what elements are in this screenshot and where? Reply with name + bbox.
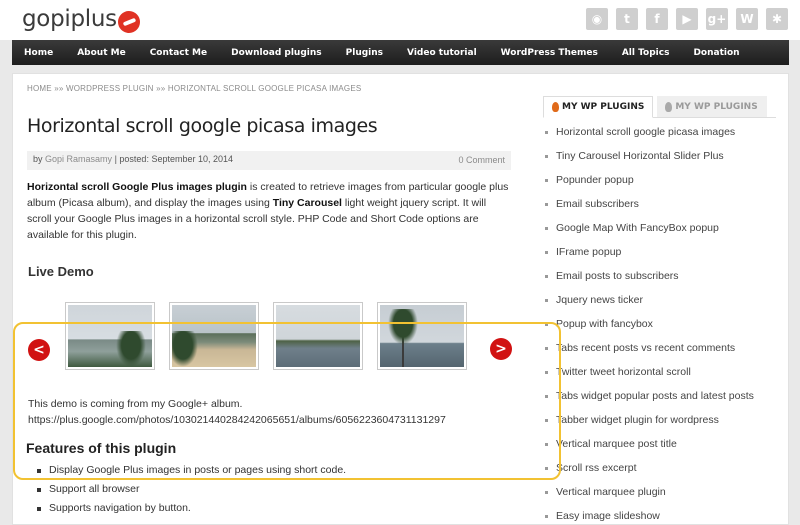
plugin-link[interactable]: IFrame popup	[543, 245, 776, 269]
post-main: Home »» WordPress Plugin »» Horizontal s…	[27, 84, 511, 243]
plugin-link[interactable]: Vertical marquee plugin	[543, 485, 776, 509]
album-url[interactable]: https://plus.google.com/photos/103021440…	[28, 412, 446, 428]
tab-my-wp-plugins-alt[interactable]: MY WP PLUGINS	[657, 96, 768, 117]
plugin-link[interactable]: Easy image slideshow	[543, 509, 776, 525]
content-area: Home »» WordPress Plugin »» Horizontal s…	[12, 73, 789, 525]
photo-image	[380, 305, 464, 367]
carousel-image[interactable]	[169, 302, 259, 370]
logo-swirl-icon[interactable]	[118, 11, 140, 33]
flame-icon	[665, 101, 673, 112]
breadcrumb-current: Horizontal scroll google picasa images	[167, 84, 362, 93]
sidebar-tabs: MY WP PLUGINS MY WP PLUGINS	[543, 96, 776, 118]
breadcrumb: Home »» WordPress Plugin »» Horizontal s…	[27, 84, 511, 93]
site-logo[interactable]: gopiplus	[22, 6, 117, 32]
plugin-link[interactable]: Jquery news ticker	[543, 293, 776, 317]
carousel-next-button[interactable]: >	[490, 338, 512, 360]
live-demo-title: Live Demo	[28, 264, 94, 279]
carousel-image[interactable]	[377, 302, 467, 370]
plugin-link[interactable]: Tabs recent posts vs recent comments	[543, 341, 776, 365]
post-meta: by Gopi Ramasamy | posted: September 10,…	[27, 151, 511, 170]
photo-image	[172, 305, 256, 367]
palm-tree-icon	[388, 309, 418, 345]
facebook-icon[interactable]: f	[646, 8, 668, 30]
palm-tree-icon	[116, 331, 146, 367]
twitter-icon[interactable]: t	[616, 8, 638, 30]
plugin-link[interactable]: Popup with fancybox	[543, 317, 776, 341]
carousel-prev-button[interactable]: <	[28, 339, 50, 361]
breadcrumb-section[interactable]: WordPress Plugin	[66, 84, 154, 93]
intro-bold-plugin-name: Horizontal scroll Google Plus images plu…	[27, 181, 247, 193]
nav-plugins[interactable]: Plugins	[334, 48, 395, 58]
main-nav: Home About Me Contact Me Download plugin…	[12, 40, 789, 65]
feature-item: Supports navigation by button.	[33, 502, 346, 514]
carousel-image[interactable]	[273, 302, 363, 370]
tab-label: MY WP PLUGINS	[675, 101, 758, 112]
demo-source: This demo is coming from my Google+ albu…	[28, 396, 446, 428]
breadcrumb-separator: »»	[156, 84, 166, 93]
breadcrumb-home[interactable]: Home	[27, 84, 52, 93]
post-intro: Horizontal scroll Google Plus images plu…	[27, 179, 511, 243]
features-title: Features of this plugin	[26, 440, 177, 456]
nav-video-tutorial[interactable]: Video tutorial	[395, 48, 489, 58]
site-header: gopiplus ◉ t f ▶ g+ W ✱	[0, 0, 800, 40]
feature-item: Display Google Plus images in posts or p…	[33, 464, 346, 476]
plugin-link[interactable]: Vertical marquee post title	[543, 437, 776, 461]
plugin-link[interactable]: Twitter tweet horizontal scroll	[543, 365, 776, 389]
social-links: ◉ t f ▶ g+ W ✱	[586, 8, 788, 30]
plugin-link[interactable]: Email posts to subscribers	[543, 269, 776, 293]
nav-about-me[interactable]: About Me	[65, 48, 138, 58]
youtube-icon[interactable]: ▶	[676, 8, 698, 30]
plugin-link[interactable]: Scroll rss excerpt	[543, 461, 776, 485]
plugin-link[interactable]: Tiny Carousel Horizontal Slider Plus	[543, 149, 776, 173]
breadcrumb-separator: »»	[54, 84, 64, 93]
by-label: by	[33, 154, 43, 164]
demo-source-text: This demo is coming from my Google+ albu…	[28, 398, 243, 410]
nav-download-plugins[interactable]: Download plugins	[219, 48, 334, 58]
photo-image	[68, 305, 152, 367]
page-title: Horizontal scroll google picasa images	[27, 115, 378, 137]
author-link[interactable]: Gopi Ramasamy	[45, 154, 112, 164]
nav-donation[interactable]: Donation	[681, 48, 751, 58]
feature-item: Support all browser	[33, 483, 346, 495]
palm-tree-icon	[172, 331, 198, 367]
features-list: Display Google Plus images in posts or p…	[33, 464, 346, 521]
plugin-link[interactable]: Horizontal scroll google picasa images	[543, 125, 776, 149]
nav-all-topics[interactable]: All Topics	[610, 48, 682, 58]
posted-date: | posted: September 10, 2014	[114, 154, 233, 164]
plugin-list: Horizontal scroll google picasa images T…	[543, 125, 776, 525]
nav-contact-me[interactable]: Contact Me	[138, 48, 219, 58]
nav-home[interactable]: Home	[12, 48, 65, 58]
comments-link[interactable]: 0 Comment	[458, 155, 505, 165]
flame-icon	[552, 102, 559, 112]
nav-wordpress-themes[interactable]: WordPress Themes	[489, 48, 610, 58]
intro-bold-tiny-carousel: Tiny Carousel	[272, 197, 342, 209]
tab-label: MY WP PLUGINS	[562, 102, 645, 112]
plugin-link[interactable]: Email subscribers	[543, 197, 776, 221]
google-plus-icon[interactable]: g+	[706, 8, 728, 30]
wordpress-icon[interactable]: W	[736, 8, 758, 30]
plugin-link[interactable]: Tabber widget plugin for wordpress	[543, 413, 776, 437]
plugin-link[interactable]: Popunder popup	[543, 173, 776, 197]
tab-my-wp-plugins[interactable]: MY WP PLUGINS	[543, 96, 654, 118]
plugin-link[interactable]: Google Map With FancyBox popup	[543, 221, 776, 245]
photo-image	[276, 305, 360, 367]
joomla-icon[interactable]: ✱	[766, 8, 788, 30]
carousel-image[interactable]	[65, 302, 155, 370]
rss-icon[interactable]: ◉	[586, 8, 608, 30]
plugin-link[interactable]: Tabs widget popular posts and latest pos…	[543, 389, 776, 413]
sidebar: MY WP PLUGINS MY WP PLUGINS Horizontal s…	[543, 96, 776, 525]
